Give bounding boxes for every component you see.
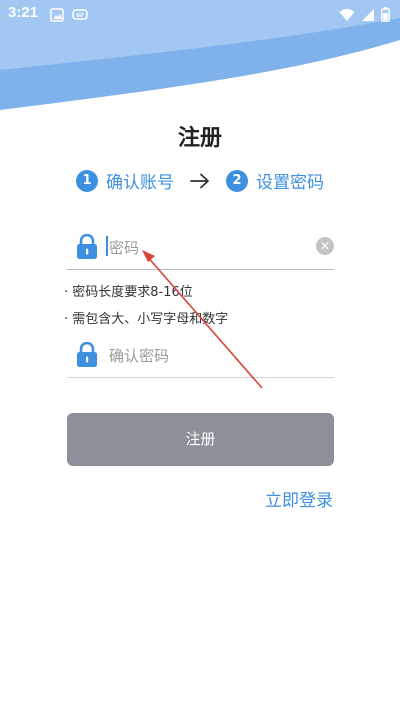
- battery-icon: [381, 7, 390, 26]
- login-link[interactable]: 立即登录: [265, 486, 333, 511]
- lock-icon: [76, 341, 98, 372]
- step-indicator: 1 确认账号 2 设置密码: [0, 168, 400, 193]
- page-title: 注册: [177, 126, 222, 151]
- image-icon: [50, 7, 64, 26]
- lock-icon: [76, 233, 98, 264]
- status-time: 3:21: [8, 4, 39, 21]
- password-input[interactable]: 密码 ✕: [67, 222, 334, 270]
- step-1-badge: 1: [76, 169, 98, 192]
- confirm-password-placeholder: 确认密码: [109, 347, 170, 365]
- confirm-password-input[interactable]: 确认密码: [67, 330, 334, 378]
- register-button[interactable]: 注册: [67, 413, 334, 466]
- status-bar: 3:21: [0, 0, 400, 28]
- step-1-label: 确认账号: [106, 173, 174, 193]
- step-2-label: 设置密码: [256, 173, 324, 193]
- clear-icon[interactable]: ✕: [316, 237, 334, 255]
- hint-characters: · 需包含大、小写字母和数字: [64, 312, 229, 327]
- text-cursor: [106, 236, 108, 256]
- password-requirements: · 密码长度要求8-16位 · 需包含大、小写字母和数字: [64, 279, 228, 333]
- wifi-icon: [339, 7, 355, 26]
- hint-length: · 密码长度要求8-16位: [64, 285, 193, 300]
- step-2-badge: 2: [226, 169, 248, 192]
- signal-icon: [361, 7, 375, 26]
- messages-icon: [72, 7, 88, 26]
- arrow-right-icon: [190, 173, 210, 189]
- password-placeholder: 密码: [109, 239, 140, 257]
